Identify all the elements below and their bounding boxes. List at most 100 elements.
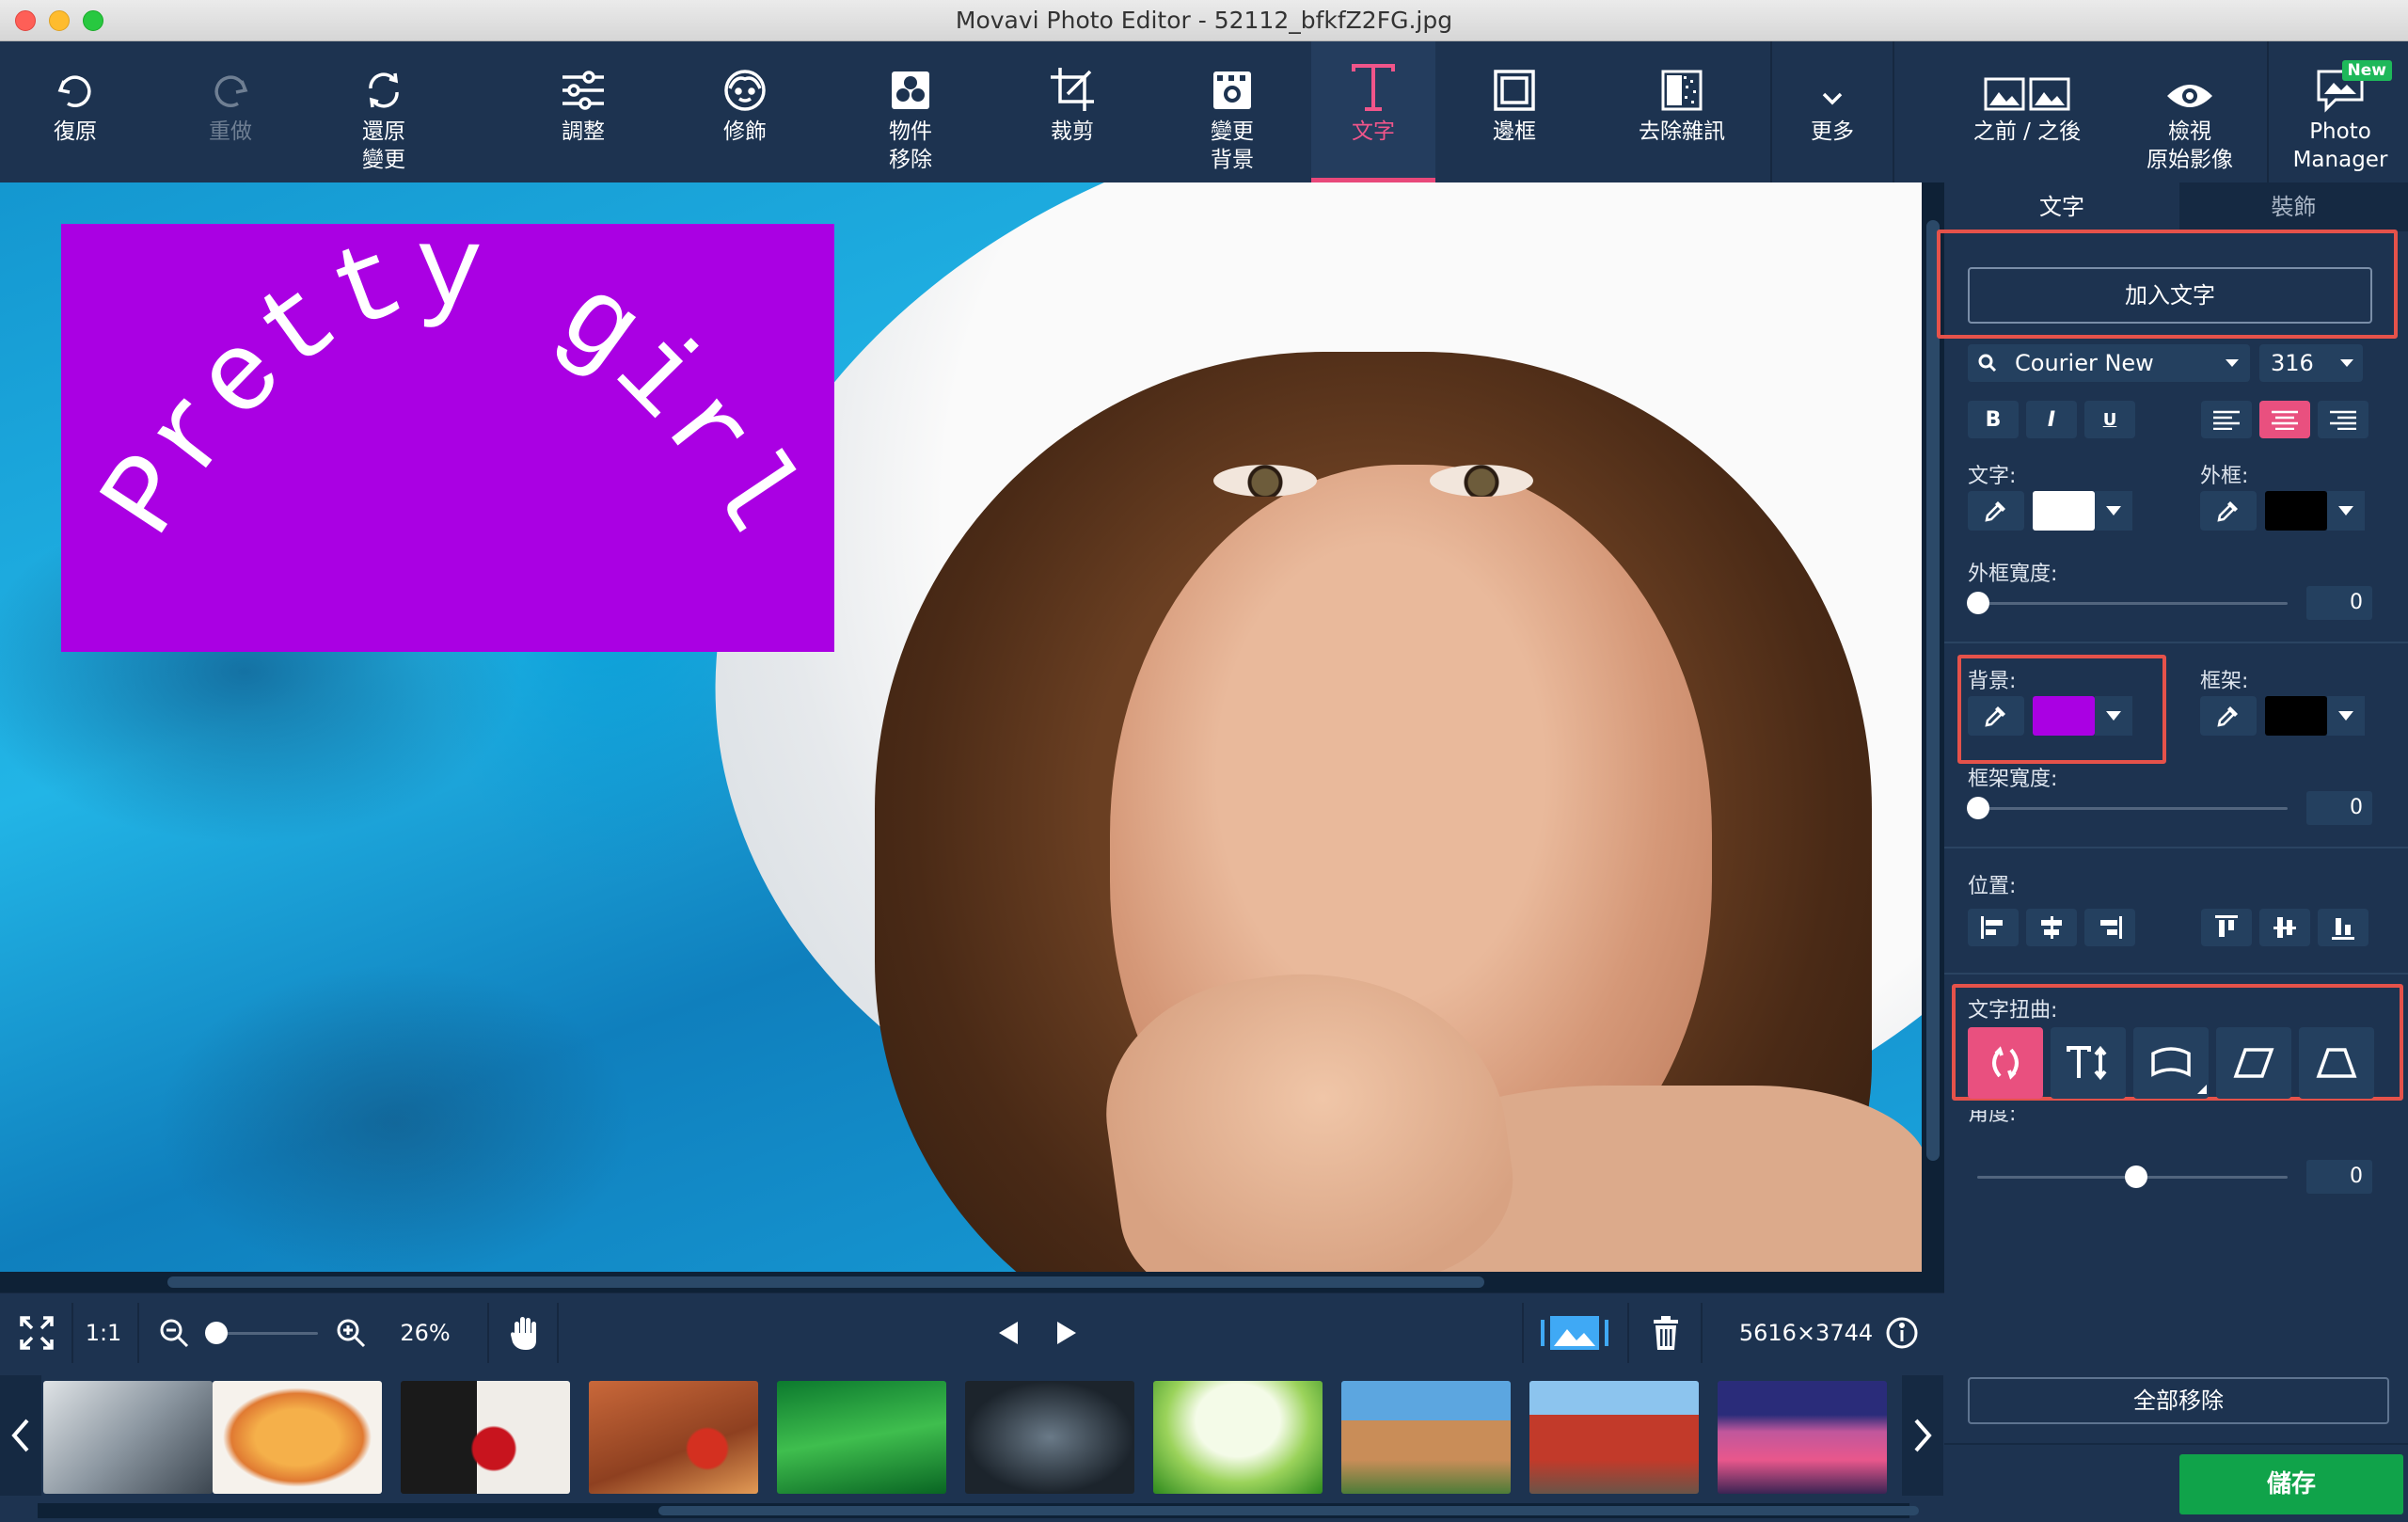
- previous-image-button[interactable]: [988, 1293, 1029, 1372]
- tab-text[interactable]: 文字: [1944, 182, 2179, 231]
- thumb-green-leaves[interactable]: [1153, 1381, 1323, 1494]
- scrollbar-thumb[interactable]: [1926, 220, 1940, 1161]
- thumb-pasta-dish[interactable]: [213, 1381, 382, 1494]
- frame-color-dropdown[interactable]: [2327, 696, 2365, 736]
- thumb-chinese-tower[interactable]: [1529, 1381, 1699, 1494]
- warp-arch-button[interactable]: [1968, 1027, 2043, 1099]
- chevron-down-icon: [2224, 344, 2241, 393]
- save-button[interactable]: 儲存: [2179, 1454, 2403, 1514]
- thumb-rock-landscape[interactable]: [1341, 1381, 1511, 1494]
- text-tool-button[interactable]: 文字: [1311, 41, 1435, 182]
- minimize-window-button[interactable]: [49, 10, 70, 31]
- text-color-picker-button[interactable]: [1968, 491, 2024, 531]
- align-vcenter-icon: [2273, 917, 2296, 938]
- divider: [1944, 642, 2408, 643]
- before-after-button[interactable]: 之前 / 之後: [1956, 41, 2098, 182]
- zoom-out-button[interactable]: [150, 1293, 198, 1372]
- frames-button[interactable]: 邊框: [1458, 41, 1571, 182]
- horizontal-scrollbar[interactable]: [0, 1272, 1922, 1292]
- delete-image-button[interactable]: [1642, 1293, 1689, 1372]
- warp-none-button[interactable]: [2051, 1027, 2126, 1099]
- align-center-button[interactable]: [2259, 401, 2310, 438]
- font-family-value: Courier New: [2015, 350, 2154, 376]
- close-window-button[interactable]: [15, 10, 36, 31]
- fullscreen-button[interactable]: [6, 1293, 68, 1372]
- warp-perspective-button[interactable]: [2299, 1027, 2374, 1099]
- thumb-gym-pushup[interactable]: [43, 1381, 213, 1494]
- change-background-button[interactable]: 變更 背景: [1176, 41, 1289, 182]
- view-original-button[interactable]: 檢視 原始影像: [2133, 41, 2246, 182]
- background-color-dropdown[interactable]: [2095, 696, 2132, 736]
- text-color-swatch[interactable]: [2033, 491, 2095, 531]
- angle-value[interactable]: 0: [2306, 1160, 2372, 1194]
- remove-all-button[interactable]: 全部移除: [1968, 1377, 2389, 1424]
- denoise-button[interactable]: 去除雜訊: [1616, 41, 1748, 182]
- thumb-dumbbell-workout[interactable]: [965, 1381, 1134, 1494]
- warp-slant-button[interactable]: [2216, 1027, 2291, 1099]
- position-bottom-button[interactable]: [2318, 909, 2368, 946]
- adjust-button[interactable]: 調整: [527, 41, 640, 182]
- align-bottom-edge-icon: [2332, 918, 2354, 940]
- warp-bridge-button[interactable]: [2133, 1027, 2209, 1099]
- filmstrip-toggle-button[interactable]: [1537, 1293, 1612, 1372]
- vertical-scrollbar[interactable]: [1922, 182, 1944, 1292]
- outline-color-dropdown[interactable]: [2327, 491, 2365, 531]
- background-color-swatch[interactable]: [2033, 696, 2095, 736]
- zoom-slider-knob[interactable]: [205, 1322, 228, 1344]
- angle-knob[interactable]: [2125, 1165, 2147, 1188]
- thumb-red-rose-bouquet[interactable]: [401, 1381, 570, 1494]
- undo-button[interactable]: 復原: [19, 41, 132, 182]
- outline-width-value[interactable]: 0: [2306, 586, 2372, 620]
- filmstrip-prev-button[interactable]: [0, 1375, 41, 1496]
- filmstrip-scrollbar[interactable]: [38, 1503, 1919, 1518]
- filmstrip-next-button[interactable]: [1902, 1375, 1943, 1496]
- frame-color-swatch[interactable]: [2265, 696, 2327, 736]
- position-vcenter-button[interactable]: [2259, 909, 2310, 946]
- scrollbar-thumb[interactable]: [167, 1276, 1484, 1288]
- font-family-select[interactable]: Courier New: [1968, 344, 2250, 382]
- next-image-button[interactable]: [1046, 1293, 1087, 1372]
- position-right-button[interactable]: [2084, 909, 2135, 946]
- text-color-dropdown[interactable]: [2095, 491, 2132, 531]
- actual-size-button[interactable]: 1:1: [75, 1293, 132, 1372]
- scrollbar-thumb[interactable]: [658, 1506, 1919, 1515]
- add-text-button[interactable]: 加入文字: [1968, 267, 2372, 324]
- thumb-food-table[interactable]: [589, 1381, 758, 1494]
- align-right-button[interactable]: [2318, 401, 2368, 438]
- frame-width-knob[interactable]: [1967, 797, 1989, 819]
- thumb-purple-flower-field[interactable]: [1718, 1381, 1887, 1494]
- thumb-green-droplets[interactable]: [777, 1381, 946, 1494]
- frame-icon: [1494, 70, 1535, 111]
- retouch-button[interactable]: 修飾: [689, 41, 801, 182]
- frame-width-value[interactable]: 0: [2306, 791, 2372, 825]
- image-canvas[interactable]: Pretty girl: [0, 182, 1922, 1272]
- font-size-select[interactable]: 316: [2259, 344, 2363, 382]
- position-left-button[interactable]: [1968, 909, 2019, 946]
- redo-button[interactable]: 重做: [174, 41, 287, 182]
- outline-color-swatch[interactable]: [2265, 491, 2327, 531]
- more-button[interactable]: 更多: [1776, 41, 1889, 182]
- divider: [1944, 973, 2408, 975]
- text-object[interactable]: Pretty girl: [61, 224, 834, 652]
- frame-color-picker-button[interactable]: [2200, 696, 2257, 736]
- underline-button[interactable]: U: [2084, 401, 2135, 438]
- zoom-in-button[interactable]: [327, 1293, 374, 1372]
- italic-button[interactable]: I: [2026, 401, 2077, 438]
- image-info-button[interactable]: [1881, 1293, 1923, 1372]
- outline-color-picker-button[interactable]: [2200, 491, 2257, 531]
- tab-decoration[interactable]: 裝飾: [2179, 182, 2408, 231]
- bold-button[interactable]: B: [1968, 401, 2019, 438]
- position-top-button[interactable]: [2201, 909, 2252, 946]
- maximize-window-button[interactable]: [83, 10, 103, 31]
- frame-width-slider[interactable]: [1977, 807, 2288, 810]
- background-color-picker-button[interactable]: [1968, 696, 2024, 736]
- object-removal-button[interactable]: 物件 移除: [854, 41, 967, 182]
- photo-manager-button[interactable]: New Photo Manager: [2280, 41, 2400, 182]
- pan-tool-button[interactable]: [499, 1293, 551, 1372]
- outline-width-knob[interactable]: [1967, 592, 1989, 614]
- align-left-button[interactable]: [2201, 401, 2252, 438]
- crop-button[interactable]: 裁剪: [1016, 41, 1129, 182]
- revert-changes-button[interactable]: 還原 變更: [327, 41, 440, 182]
- position-hcenter-button[interactable]: [2026, 909, 2077, 946]
- outline-width-slider[interactable]: [1977, 602, 2288, 605]
